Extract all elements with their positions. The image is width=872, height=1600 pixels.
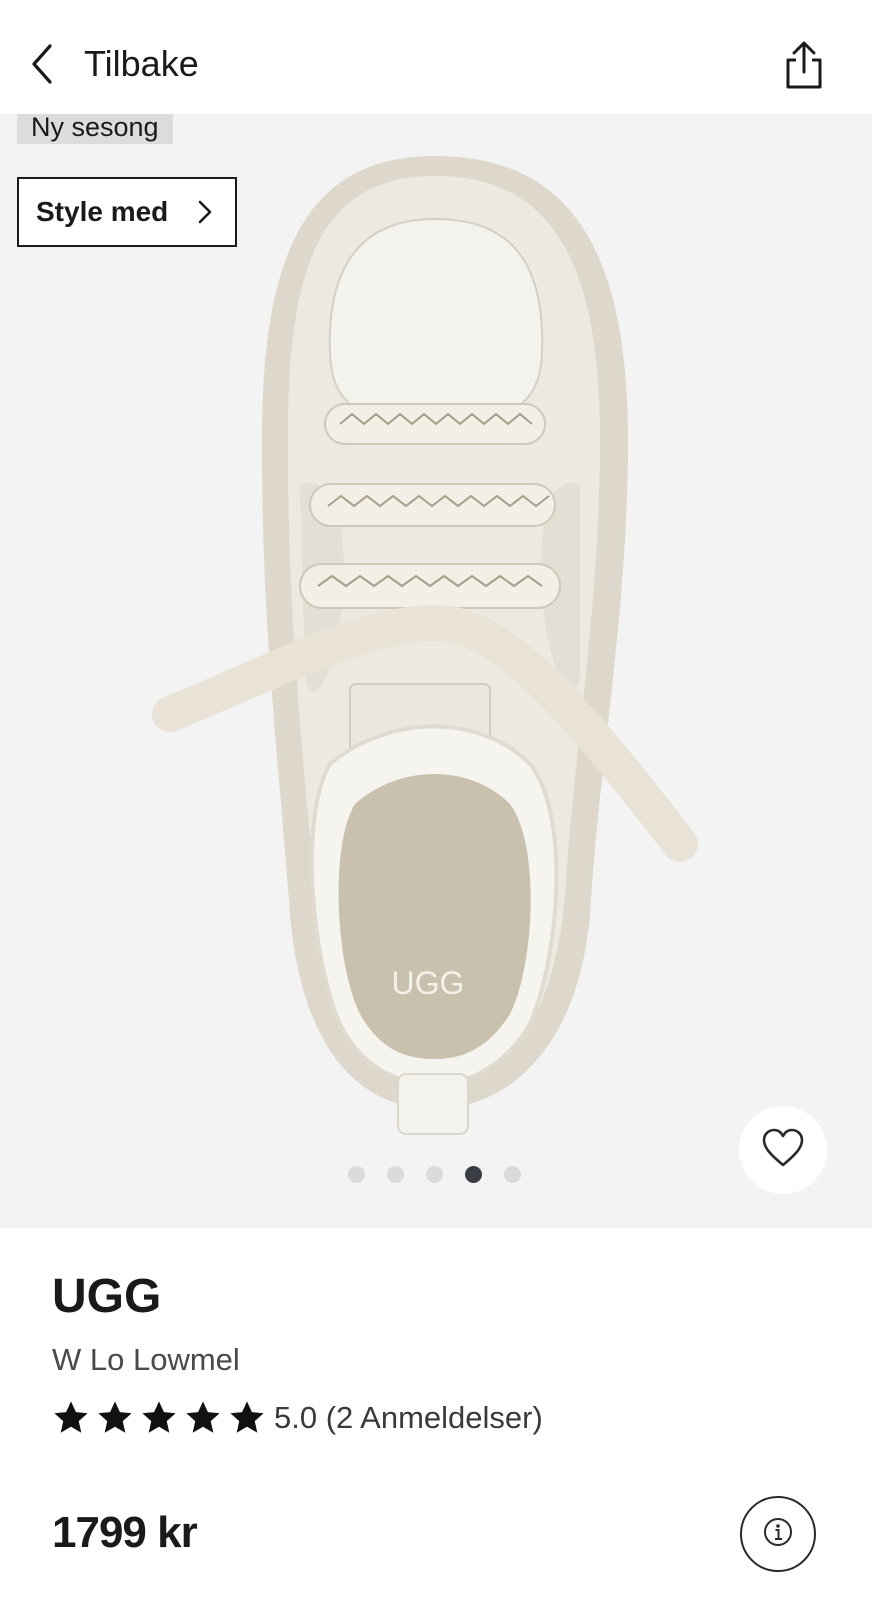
product-model: W Lo Lowmel	[52, 1342, 240, 1377]
pagination-dot[interactable]	[504, 1166, 521, 1183]
share-icon	[784, 41, 824, 94]
top-navigation-bar: Tilbake	[0, 0, 872, 114]
style-with-label: Style med	[36, 196, 169, 227]
heart-icon	[761, 1128, 805, 1173]
product-price: 1799 kr	[52, 1508, 198, 1557]
star-icon	[142, 1401, 176, 1433]
star-icon	[186, 1401, 220, 1433]
star-icon	[98, 1401, 132, 1433]
pagination-dot[interactable]	[348, 1166, 365, 1183]
info-icon	[763, 1517, 793, 1552]
chevron-left-icon	[26, 42, 56, 86]
rating-stars	[52, 1399, 266, 1437]
share-button[interactable]	[784, 40, 824, 90]
rating-text: 5.0 (2 Anmeldelser)	[274, 1400, 543, 1435]
favorite-button[interactable]	[739, 1106, 827, 1194]
pagination-dot[interactable]	[387, 1166, 404, 1183]
pagination-dot-active[interactable]	[465, 1166, 482, 1183]
new-season-badge: Ny sesong	[17, 114, 173, 144]
insole-logo: UGG	[392, 965, 465, 1001]
info-button[interactable]	[740, 1496, 816, 1572]
star-icon	[230, 1401, 264, 1433]
image-pagination	[348, 1166, 521, 1183]
product-image: UGG	[152, 156, 698, 1135]
star-icon	[54, 1401, 88, 1433]
brand-name: UGG	[52, 1270, 162, 1323]
product-image-gallery[interactable]: Ny sesong Style med UGG	[0, 114, 872, 1228]
pagination-dot[interactable]	[426, 1166, 443, 1183]
back-button[interactable]: Tilbake	[26, 38, 199, 90]
product-rating[interactable]: 5.0 (2 Anmeldelser)	[52, 1396, 832, 1440]
back-label: Tilbake	[84, 43, 199, 84]
product-info: UGG W Lo Lowmel 5.0 (2 Anmeldelser)	[52, 1268, 832, 1440]
